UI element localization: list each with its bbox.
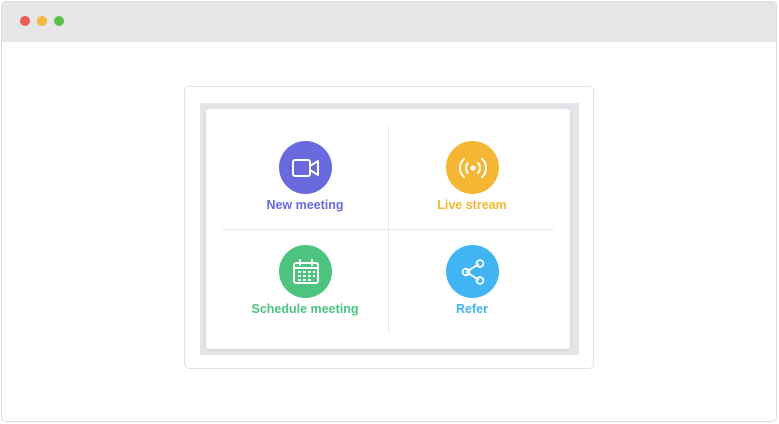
- live-stream-icon-circle: [446, 141, 499, 194]
- new-meeting-label: New meeting: [266, 198, 344, 212]
- refer-label: Refer: [456, 302, 488, 316]
- minimize-window-button[interactable]: [37, 16, 47, 26]
- video-camera-icon: [291, 158, 319, 177]
- maximize-window-button[interactable]: [54, 16, 64, 26]
- new-meeting-icon-circle: [279, 141, 332, 194]
- live-stream-label: Live stream: [437, 198, 507, 212]
- title-bar: [2, 2, 776, 42]
- live-stream-tile[interactable]: Live stream: [389, 126, 555, 229]
- schedule-meeting-icon-circle: [279, 245, 332, 298]
- calendar-icon: [292, 258, 319, 284]
- close-window-button[interactable]: [20, 16, 30, 26]
- schedule-meeting-label: Schedule meeting: [251, 302, 359, 316]
- broadcast-icon: [458, 157, 487, 178]
- refer-tile[interactable]: Refer: [389, 230, 555, 333]
- refer-icon-circle: [446, 245, 499, 298]
- share-icon: [461, 258, 484, 285]
- new-meeting-tile[interactable]: New meeting: [222, 126, 388, 229]
- schedule-meeting-tile[interactable]: Schedule meeting: [222, 230, 388, 333]
